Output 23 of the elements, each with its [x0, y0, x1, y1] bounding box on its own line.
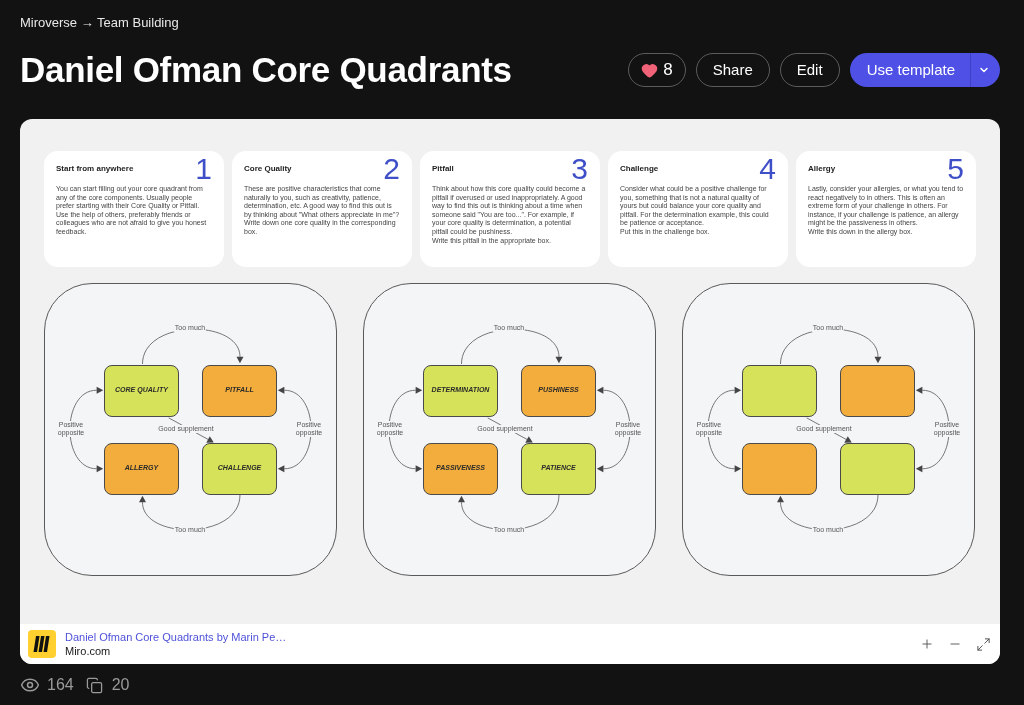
plus-icon	[920, 637, 934, 651]
dropdown-button[interactable]	[970, 53, 1000, 87]
step-number: 3	[571, 154, 588, 184]
card-title: Start from anywhere	[56, 164, 134, 174]
page-title: Daniel Ofman Core Quadrants	[20, 52, 512, 88]
view-count: 164	[47, 675, 74, 695]
copy-icon	[85, 676, 103, 694]
card-title: Pitfall	[432, 164, 454, 174]
site-name: Miro.com	[65, 644, 112, 658]
template-link[interactable]: Daniel Ofman Core Quadrants by Marin Pe…	[65, 630, 287, 644]
card-title: Core Quality	[244, 164, 292, 174]
step-number: 1	[195, 154, 212, 184]
copy-count: 20	[111, 675, 130, 695]
step-number: 4	[759, 154, 776, 184]
expand-icon	[975, 636, 991, 652]
step-number: 5	[947, 154, 964, 184]
card-title: Allergy	[808, 164, 836, 174]
use-template-button[interactable]: Use template	[849, 53, 970, 87]
card-title: Challenge	[620, 164, 659, 174]
step-number: 2	[383, 154, 400, 184]
breadcrumb[interactable]: Miroverse → Team Building	[20, 15, 179, 31]
logo-icon	[28, 630, 56, 658]
eye-icon	[20, 675, 40, 695]
